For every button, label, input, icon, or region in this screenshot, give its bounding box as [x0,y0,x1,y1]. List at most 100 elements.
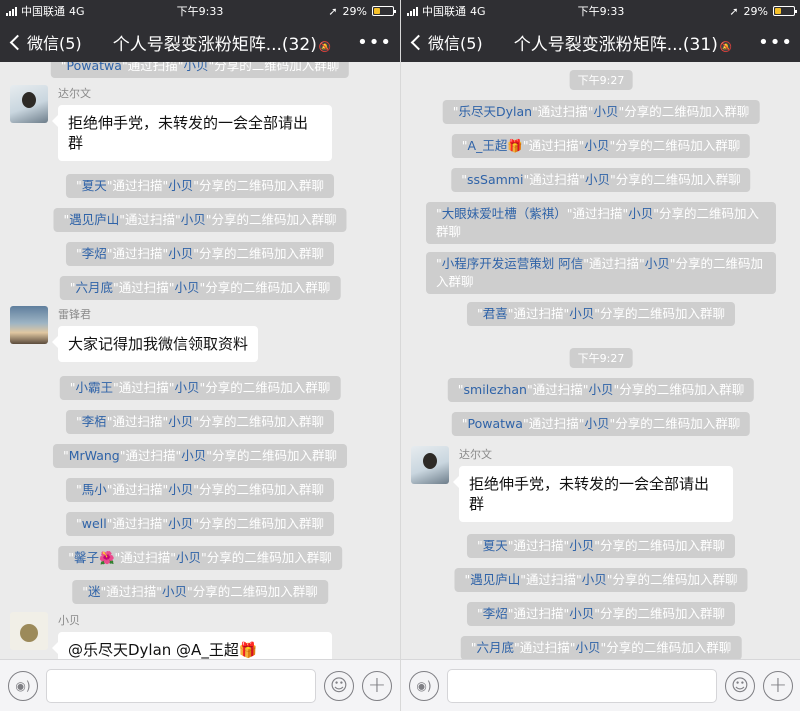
chevron-left-icon [9,34,26,50]
member-name[interactable]: 六月底 [476,640,514,655]
sender-name: 达尔文 [58,87,91,100]
status-time: 下午9:33 [176,5,224,18]
sharer-name[interactable]: 小贝 [168,482,193,497]
member-name[interactable]: Powatwa [67,62,122,73]
system-message: "MrWang"通过扫描"小贝"分享的二维码加入群聊 [52,444,348,468]
sharer-name[interactable]: 小贝 [569,606,594,621]
member-name[interactable]: 乐尽天Dylan [458,104,532,119]
member-name[interactable]: 遇见庐山 [69,212,119,227]
sharer-name[interactable]: 小贝 [569,538,594,553]
chat-title-text: 个人号裂变涨粉矩阵...(32) [112,34,317,55]
member-name[interactable]: ssSammi [467,172,523,187]
sharer-name[interactable]: 小贝 [588,382,613,397]
back-button[interactable]: 微信(5) [8,30,92,54]
network-type: 4G [69,4,85,18]
sharer-name[interactable]: 小贝 [168,178,193,193]
system-message: "小霸王"通过扫描"小贝"分享的二维码加入群聊 [59,376,341,400]
system-message: "六月底"通过扫描"小贝"分享的二维码加入群聊 [460,636,742,659]
left-screen: 中国联通 4G 下午9:33 ➚ 29% 微信(5) 个人号裂变涨粉矩阵...(… [0,0,400,711]
emoji-button[interactable]: ☺ [725,670,755,701]
member-name[interactable]: 大眼妹爱吐槽（紫祺） [442,206,567,221]
sharer-name[interactable]: 小贝 [168,516,193,531]
member-name[interactable]: 李栢 [82,414,107,429]
sharer-name[interactable]: 小贝 [181,448,206,463]
chat-title-text: 个人号裂变涨粉矩阵...(31) [513,34,718,55]
sharer-name[interactable]: 小贝 [585,172,610,187]
sharer-name[interactable]: 小贝 [582,572,607,587]
member-name[interactable]: 君喜 [483,306,508,321]
sharer-name[interactable]: 小贝 [584,416,609,431]
avatar[interactable] [10,612,48,650]
member-name[interactable]: 馨子🌺 [74,550,115,565]
sharer-name[interactable]: 小贝 [162,584,187,599]
member-name[interactable]: 小程序开发运营策划 阿信 [442,256,583,271]
sharer-name[interactable]: 小贝 [594,104,619,119]
plus-button[interactable]: + [763,670,793,701]
plus-button[interactable]: + [362,670,392,701]
sharer-name[interactable]: 小贝 [645,256,670,271]
chat-area[interactable]: 下午9:27 "乐尽天Dylan"通过扫描"小贝"分享的二维码加入群聊 "A_王… [401,62,800,659]
status-time: 下午9:33 [577,5,625,18]
back-label: 微信(5) [27,34,82,53]
sharer-name[interactable]: 小贝 [584,138,609,153]
battery-percent: 29% [743,4,768,18]
chat-message: 达尔文 拒绝伸手党，未转发的一会全部请出群 [411,446,733,522]
avatar[interactable] [10,85,48,123]
member-name[interactable]: 小霸王 [75,380,113,395]
emoji-icon: ☺ [330,675,348,696]
sharer-name[interactable]: 小贝 [576,640,601,655]
sharer-name[interactable]: 小贝 [168,246,193,261]
battery-percent: 29% [342,4,367,18]
system-message: "smilezhan"通过扫描"小贝"分享的二维码加入群聊 [447,378,755,402]
member-name[interactable]: smilezhan [464,382,527,397]
plus-icon: + [768,672,788,698]
member-name[interactable]: Powatwa [468,416,523,431]
chat-area[interactable]: "Powatwa"通过扫描"小贝"分享的二维码加入群聊 达尔文 拒绝伸手党，未转… [0,62,400,659]
back-button[interactable]: 微信(5) [409,30,493,54]
member-name[interactable]: MrWang [69,448,120,463]
location-icon: ➚ [729,4,739,18]
member-name[interactable]: well [82,516,107,531]
message-input[interactable] [46,668,316,703]
voice-icon: ◉) [416,678,432,693]
system-message: "遇见庐山"通过扫描"小贝"分享的二维码加入群聊 [53,208,347,232]
message-bubble[interactable]: @乐尽天Dylan @A_王超🎁 [52,632,332,659]
emoji-button[interactable]: ☺ [324,670,354,701]
more-button[interactable]: ••• [352,32,392,53]
sharer-name[interactable]: 小贝 [183,62,208,73]
sharer-name[interactable]: 小贝 [181,212,206,227]
message-bubble[interactable]: 大家记得加我微信领取资料 [51,326,259,362]
chat-title: 个人号裂变涨粉矩阵...(32) 🔕 [92,30,352,55]
system-message: "李栢"通过扫描"小贝"分享的二维码加入群聊 [65,410,335,434]
system-message: "迷"通过扫描"小贝"分享的二维码加入群聊 [72,580,328,604]
avatar[interactable] [411,446,449,484]
message-input[interactable] [447,668,717,703]
member-name[interactable]: 李炤 [82,246,107,261]
member-name[interactable]: 六月底 [75,280,113,295]
voice-button[interactable]: ◉) [8,670,38,701]
sharer-name[interactable]: 小贝 [628,206,653,221]
more-button[interactable]: ••• [753,32,793,53]
system-message: "遇见庐山"通过扫描"小贝"分享的二维码加入群聊 [454,568,748,592]
message-bubble[interactable]: 拒绝伸手党，未转发的一会全部请出群 [52,105,332,161]
system-message: "Powatwa"通过扫描"小贝"分享的二维码加入群聊 [50,62,350,78]
member-name[interactable]: 遇见庐山 [470,572,520,587]
voice-button[interactable]: ◉) [409,670,439,701]
chevron-left-icon [410,34,427,50]
sharer-name[interactable]: 小贝 [176,550,201,565]
member-name[interactable]: A_王超🎁 [468,138,523,153]
message-bubble[interactable]: 拒绝伸手党，未转发的一会全部请出群 [453,466,733,522]
sharer-name[interactable]: 小贝 [175,380,200,395]
member-name[interactable]: 夏天 [82,178,107,193]
member-name[interactable]: 李炤 [483,606,508,621]
member-name[interactable]: 迷 [88,584,101,599]
avatar[interactable] [10,306,48,344]
member-name[interactable]: 夏天 [483,538,508,553]
sharer-name[interactable]: 小贝 [168,414,193,429]
chat-title: 个人号裂变涨粉矩阵...(31) 🔕 [493,30,753,55]
sharer-name[interactable]: 小贝 [569,306,594,321]
member-name[interactable]: 馬小 [82,482,107,497]
sender-name: 达尔文 [459,448,492,461]
sharer-name[interactable]: 小贝 [175,280,200,295]
signal-icon [407,6,418,16]
